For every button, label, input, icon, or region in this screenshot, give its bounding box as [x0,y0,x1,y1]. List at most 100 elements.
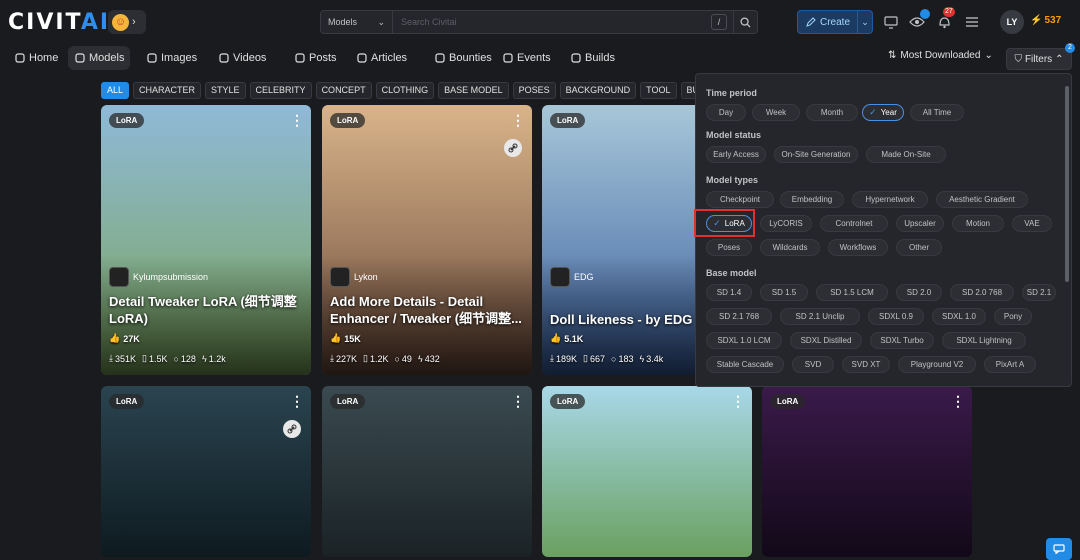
nav-item-posts[interactable]: Posts [288,46,343,70]
more-options-icon[interactable]: ⋮ [951,394,965,408]
more-options-icon[interactable]: ⋮ [511,113,525,127]
model-card[interactable]: LoRA ⋮ Kylumpsubmission Detail Tweaker LoRA… [101,105,311,375]
civitai-logo[interactable]: CIVITAI [8,10,110,35]
link-icon[interactable] [283,420,301,438]
category-chip[interactable]: ALL [101,82,130,99]
model-title[interactable]: Detail Tweaker LoRA (细节调整 LoRA) [109,293,303,327]
model-type-badge: LoRA [770,394,806,409]
filter-option[interactable]: Motion [952,215,1004,232]
user-emoji-menu-button[interactable]: ☺ › [108,10,146,34]
model-title[interactable]: Add More Details - Detail Enhancer / Twe… [330,293,524,327]
category-chip[interactable]: STYLE [205,82,246,99]
filter-option[interactable]: ✓ Year [862,104,904,121]
filter-option[interactable]: SD 1.4 [706,284,752,301]
category-chip[interactable]: CELEBRITY [249,82,312,99]
user-avatar[interactable]: LY [1000,10,1024,34]
model-card[interactable]: LoRA ⋮ Lykon Add More Details - Detail Enha… [322,105,532,375]
filter-option[interactable]: LyCORIS [760,215,812,232]
reactions[interactable]: 👍 27K [109,333,140,344]
filter-option[interactable]: SD 1.5 LCM [816,284,888,301]
filter-option[interactable]: All Time [910,104,964,121]
eye-icon[interactable] [908,9,930,31]
filter-option[interactable]: SD 2.1 [1022,284,1056,301]
filter-option[interactable]: SDXL Lightning [942,332,1026,349]
menu-icon[interactable] [963,13,981,31]
filter-option[interactable]: PixArt A [984,356,1036,373]
filter-option[interactable]: Workflows [828,239,888,256]
filter-option[interactable]: Wildcards [760,239,820,256]
filter-option[interactable]: Checkpoint [706,191,774,208]
more-options-icon[interactable]: ⋮ [290,113,304,127]
filter-option[interactable]: Playground V2 [898,356,976,373]
filter-option[interactable]: Aesthetic Gradient [936,191,1028,208]
nav-item-videos[interactable]: Videos [212,46,272,70]
filter-option[interactable]: SDXL 0.9 [868,308,924,325]
nav-item-models[interactable]: Models [68,46,131,70]
nav-item-bounties[interactable]: Bounties [428,46,498,70]
filter-option[interactable]: Pony [994,308,1032,325]
filter-option[interactable]: Month [806,104,858,121]
filter-option[interactable]: On-Site Generation [774,146,858,163]
filter-option[interactable]: Upscaler [896,215,944,232]
filter-option[interactable]: SDXL 1.0 [932,308,986,325]
filter-option[interactable]: Poses [706,239,752,256]
model-card[interactable]: LoRA ⋮ [101,386,311,557]
model-card[interactable]: LoRA ⋮ [542,386,752,557]
filter-option[interactable]: SD 2.0 [896,284,942,301]
nav-item-events[interactable]: Events [496,46,557,70]
filter-option[interactable]: SDXL Distilled [790,332,862,349]
filter-option[interactable]: Hypernetwork [852,191,928,208]
search-bar: Models⌄ / [320,10,758,34]
filter-option[interactable]: VAE [1012,215,1052,232]
sort-select[interactable]: ⇅ Most Downloaded ⌄ [888,50,993,61]
filter-option[interactable]: Other [896,239,942,256]
filter-option[interactable]: Early Access [706,146,766,163]
category-chip[interactable]: CONCEPT [315,82,372,99]
search-input[interactable] [393,17,711,27]
filter-option[interactable]: Day [706,104,746,121]
bell-icon[interactable]: 27 [935,7,955,31]
filter-option[interactable]: SDXL Turbo [870,332,934,349]
category-chip[interactable]: CLOTHING [375,82,435,99]
category-chip[interactable]: CHARACTER [133,82,202,99]
nav-item-articles[interactable]: Articles [350,46,413,70]
filter-option[interactable]: SD 1.5 [760,284,808,301]
model-card[interactable]: LoRA ⋮ [762,386,972,557]
filter-option[interactable]: SD 2.1 768 [706,308,772,325]
buzz-balance[interactable]: ⚡ 537 [1030,15,1061,26]
search-scope-select[interactable]: Models ⌄ [321,11,393,33]
nav-item-images[interactable]: Images [140,46,203,70]
category-chip[interactable]: POSES [512,82,556,99]
create-button[interactable]: Create ⌄ [797,10,873,34]
filter-option[interactable]: SD 2.0 768 [950,284,1014,301]
creator-info[interactable]: Kylumpsubmission [109,267,208,287]
filter-option[interactable]: Stable Cascade [706,356,784,373]
more-options-icon[interactable]: ⋮ [511,394,525,408]
filter-option[interactable]: Controlnet [820,215,888,232]
filter-option[interactable]: Week [752,104,800,121]
more-options-icon[interactable]: ⋮ [731,394,745,408]
upload-icon[interactable] [882,13,900,31]
filter-option[interactable]: SVD XT [842,356,890,373]
category-chip[interactable]: BACKGROUND [559,82,637,99]
creator-info[interactable]: EDG [550,267,594,287]
category-chip[interactable]: TOOL [640,82,677,99]
reactions[interactable]: 👍 5.1K [550,333,583,344]
panel-scrollbar[interactable] [1065,86,1069,282]
link-icon[interactable] [504,139,522,157]
filters-button[interactable]: ⛉ Filters ⌃ 2 [1006,43,1075,70]
more-options-icon[interactable]: ⋮ [290,394,304,408]
filter-option[interactable]: Embedding [780,191,844,208]
nav-item-builds[interactable]: Builds [564,46,621,70]
filter-option[interactable]: SVD [792,356,834,373]
chevron-down-icon[interactable]: ⌄ [858,17,872,28]
search-button[interactable] [733,11,757,33]
model-card[interactable]: LoRA ⋮ [322,386,532,557]
reactions[interactable]: 👍 15K [330,333,361,344]
filter-option[interactable]: SDXL 1.0 LCM [706,332,782,349]
category-chip[interactable]: BASE MODEL [438,82,509,99]
nav-item-home[interactable]: Home [8,46,64,70]
creator-info[interactable]: Lykon [330,267,378,287]
filter-option[interactable]: SD 2.1 Unclip [780,308,860,325]
filter-option[interactable]: Made On-Site [866,146,946,163]
